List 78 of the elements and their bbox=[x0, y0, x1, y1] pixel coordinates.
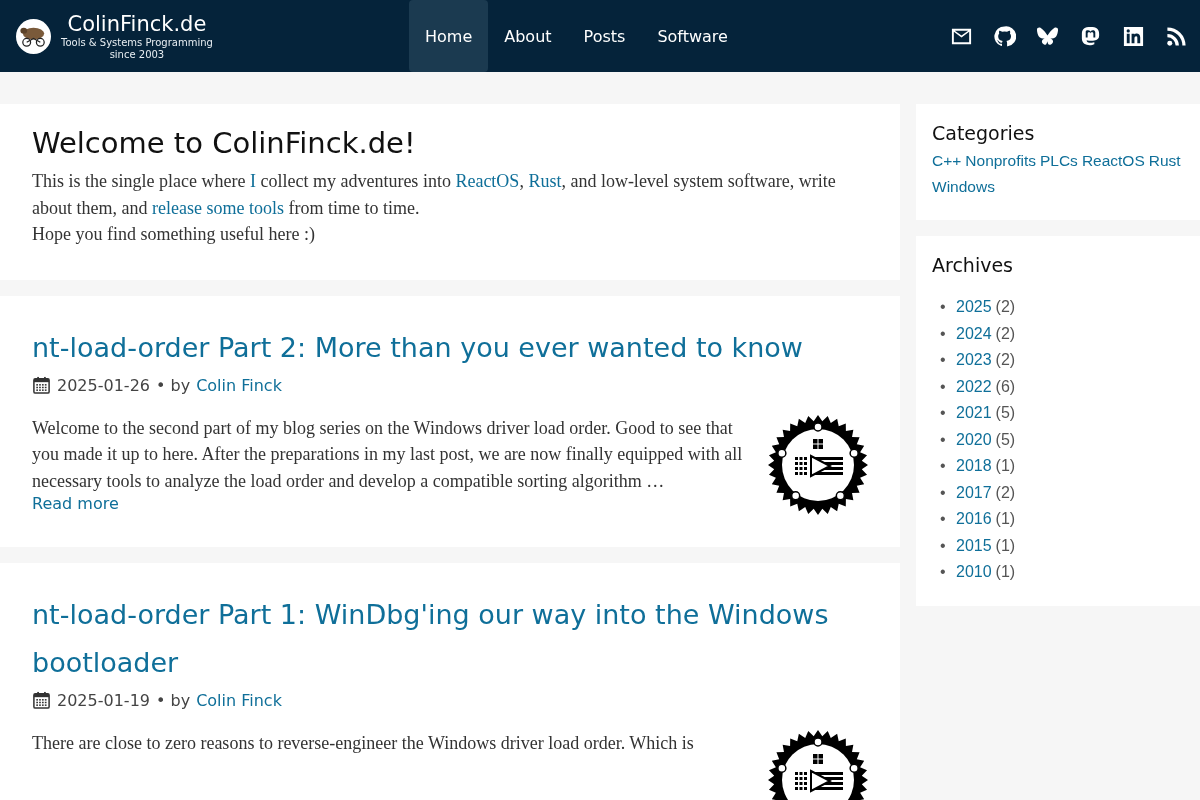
list-bullet: • bbox=[940, 403, 947, 423]
post-count: (1) bbox=[995, 562, 1016, 582]
archive-link[interactable]: 2023 bbox=[956, 347, 992, 374]
post-date: 2025-01-19 bbox=[57, 690, 150, 710]
byline: • by bbox=[156, 375, 191, 395]
author-link[interactable]: Colin Finck bbox=[196, 690, 282, 710]
text-link[interactable]: release some tools bbox=[152, 197, 284, 218]
site-title[interactable]: ColinFinck.de bbox=[67, 11, 207, 37]
site-tagline: Tools & Systems Programming bbox=[61, 37, 213, 49]
read-more-link[interactable]: Read more bbox=[32, 494, 119, 513]
post-title[interactable]: nt-load-order Part 1: WinDbg'ing our way into the Windows bootloader bbox=[32, 590, 868, 687]
post-count: (2) bbox=[995, 482, 1016, 503]
social-link[interactable] bbox=[1165, 24, 1188, 48]
post-count: (6) bbox=[995, 376, 1016, 397]
post-count: (5) bbox=[995, 403, 1016, 423]
post-count: (1) bbox=[995, 456, 1016, 476]
post-date: 2025-01-26 bbox=[57, 375, 150, 395]
category-link[interactable]: PLCs bbox=[1039, 148, 1078, 174]
social-link[interactable] bbox=[1079, 24, 1102, 48]
byline: • by bbox=[156, 690, 191, 710]
archive-link[interactable]: 2020 bbox=[956, 426, 992, 453]
list-bullet: • bbox=[940, 562, 947, 582]
list-bullet: • bbox=[940, 323, 947, 344]
archive-link[interactable]: 2018 bbox=[956, 453, 992, 480]
intro-paragraph: This is the single place where I collect my adventures into ReactOS, Rust, and low-level system software, write about them, and release some tools from time to time. bbox=[32, 170, 837, 220]
social-link[interactable] bbox=[993, 24, 1016, 48]
nav-tab[interactable]: Software bbox=[641, 0, 744, 72]
list-bullet: • bbox=[940, 297, 947, 317]
category-link[interactable]: Windows bbox=[932, 174, 995, 200]
text-link[interactable]: ReactOS bbox=[455, 171, 520, 191]
github-icon bbox=[993, 24, 1016, 48]
bear-logo-icon bbox=[16, 18, 51, 54]
rss-icon bbox=[1165, 24, 1188, 48]
post-count: (1) bbox=[995, 535, 1016, 556]
list-bullet: • bbox=[940, 482, 947, 503]
nav-tab[interactable]: About bbox=[488, 0, 568, 72]
archives-title: Archives bbox=[932, 254, 1014, 276]
list-bullet: • bbox=[940, 535, 947, 556]
list-bullet: • bbox=[940, 429, 947, 450]
list-bullet: • bbox=[940, 456, 947, 476]
mastodon-icon bbox=[1079, 24, 1102, 48]
post-excerpt: Welcome to the second part of my blog series on the Windows driver load order. Good to see that you made it up to here. After the preparations in my last post, we are now finally equipped with all necessary tools to analyze the load order and develop a compatible sorting algorithm … bbox=[32, 416, 744, 493]
archive-link[interactable]: 2015 bbox=[956, 532, 992, 559]
archive-link[interactable]: 2024 bbox=[956, 320, 992, 347]
text-link[interactable]: Rust bbox=[528, 171, 562, 191]
welcome-title: Welcome to ColinFinck.de! bbox=[32, 126, 417, 160]
category-link[interactable]: Rust bbox=[1148, 148, 1181, 174]
post-count: (1) bbox=[995, 509, 1016, 529]
archive-link[interactable]: 2022 bbox=[956, 373, 992, 400]
post-count: (2) bbox=[995, 297, 1016, 317]
archive-link[interactable]: 2017 bbox=[956, 479, 992, 506]
intro-closing: Hope you find something useful here :) bbox=[32, 223, 316, 246]
list-bullet: • bbox=[940, 350, 947, 370]
category-link[interactable]: Nonprofits bbox=[965, 148, 1036, 174]
archive-link[interactable]: 2021 bbox=[956, 400, 992, 427]
post-count: (5) bbox=[995, 429, 1016, 450]
post-title[interactable]: nt-load-order Part 2: More than you ever wanted to know bbox=[32, 323, 868, 372]
categories-title: Categories bbox=[932, 122, 1036, 144]
site-tagline: since 2003 bbox=[109, 49, 165, 61]
nav-tab[interactable]: Home bbox=[409, 0, 489, 72]
linkedin-icon bbox=[1122, 24, 1145, 48]
social-link[interactable] bbox=[1122, 24, 1145, 48]
archive-link[interactable]: 2025 bbox=[956, 294, 992, 321]
list-bullet: • bbox=[940, 376, 947, 397]
archive-link[interactable]: 2016 bbox=[956, 506, 992, 533]
archive-link[interactable]: 2010 bbox=[956, 559, 992, 586]
author-link[interactable]: Colin Finck bbox=[196, 375, 282, 395]
post-count: (2) bbox=[995, 350, 1016, 370]
text-link[interactable]: I bbox=[249, 171, 256, 191]
category-link[interactable]: ReactOS bbox=[1081, 148, 1145, 174]
post-count: (2) bbox=[995, 323, 1016, 344]
category-link[interactable]: C++ bbox=[932, 148, 962, 174]
calendar-icon bbox=[32, 375, 51, 395]
list-bullet: • bbox=[940, 509, 947, 529]
post-excerpt: There are close to zero reasons to reverse-engineer the Windows driver load order. Which is bbox=[32, 731, 695, 755]
gear-logo-icon bbox=[768, 414, 868, 515]
calendar-icon bbox=[32, 690, 51, 710]
nav-tab[interactable]: Posts bbox=[567, 0, 642, 72]
